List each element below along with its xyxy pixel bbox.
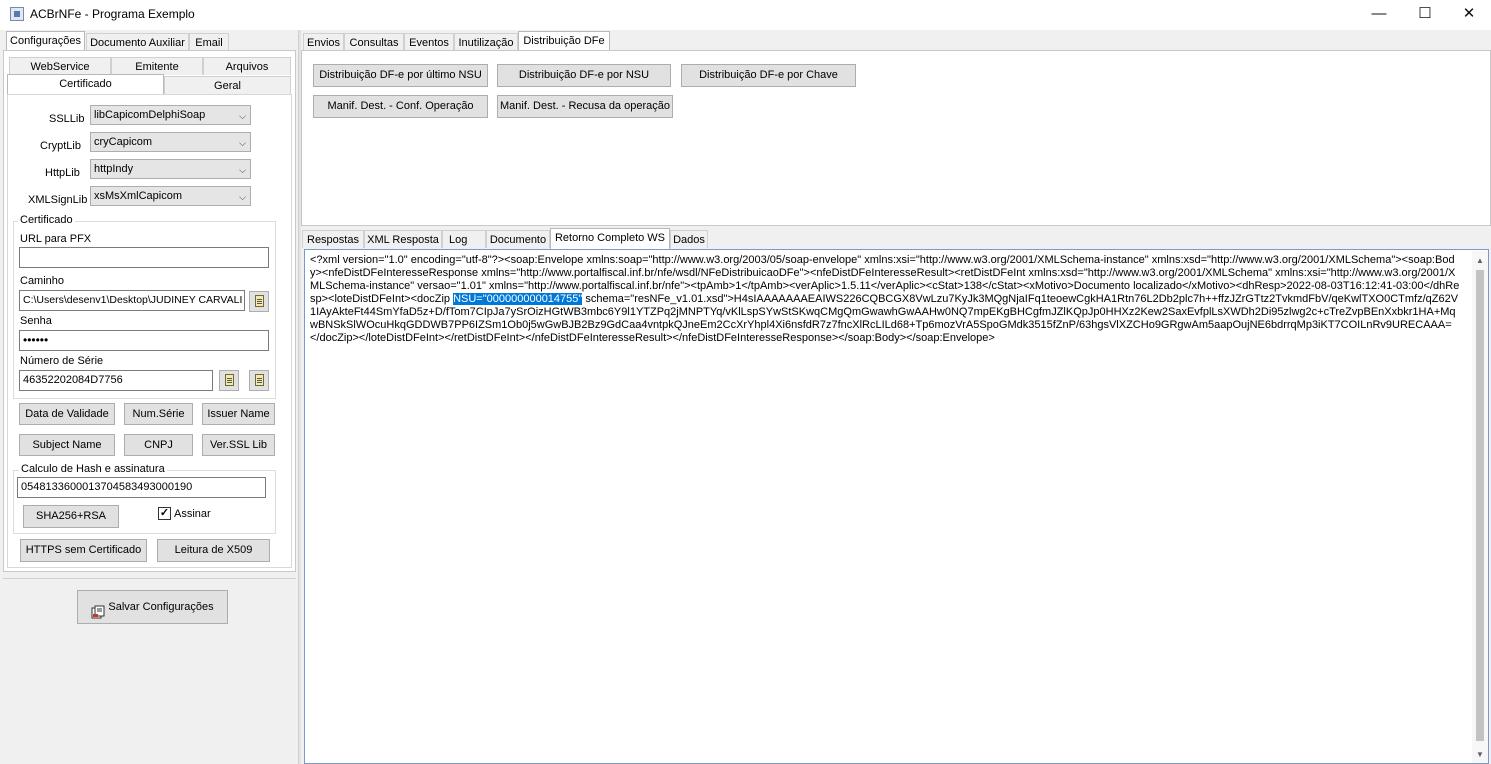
title-bar: ACBrNFe - Programa Exemplo — ☐ ✕ xyxy=(0,0,1491,30)
xml-response-text: <?xml version="1.0" encoding="utf-8"?><s… xyxy=(310,254,1460,345)
document-icon xyxy=(255,295,264,307)
num-serie-button[interactable]: Num.Série xyxy=(124,403,193,425)
senha-label: Senha xyxy=(20,315,52,327)
salvar-configuracoes-button[interactable]: Salvar Configurações xyxy=(77,590,228,624)
url-pfx-label: URL para PFX xyxy=(20,233,92,245)
scrollbar-thumb[interactable] xyxy=(1476,270,1484,741)
hash-input[interactable]: 05481336000137045834930001​90 xyxy=(17,477,266,498)
subtab-certificado[interactable]: Certificado xyxy=(7,74,164,95)
document-icon xyxy=(225,374,234,386)
save-icon xyxy=(91,600,105,619)
tab-log[interactable]: Log xyxy=(442,230,486,248)
ver-ssl-lib-button[interactable]: Ver.SSL Lib xyxy=(202,434,275,456)
httplib-label: HttpLib xyxy=(45,167,80,179)
tab-respostas[interactable]: Respostas xyxy=(302,230,364,248)
tab-consultas[interactable]: Consultas xyxy=(344,33,404,51)
dfe-por-nsu-button[interactable]: Distribuição DF-e por NSU xyxy=(497,64,671,87)
select-cert-alt-button[interactable] xyxy=(249,370,269,391)
document-icon xyxy=(255,374,264,386)
chevron-down-icon: ⌵ xyxy=(239,111,246,121)
cryptlib-select[interactable]: cryCapicom ⌵ xyxy=(90,132,251,152)
scroll-up-arrow-icon[interactable]: ▲ xyxy=(1473,254,1487,268)
xml-text-selected: NSU="000000000014755" xyxy=(453,293,583,305)
close-button[interactable]: ✕ xyxy=(1446,0,1491,30)
xmlsignlib-value: xsMsXmlCapicom xyxy=(94,190,183,202)
xmlsignlib-label: XMLSignLib xyxy=(28,194,88,206)
subtab-webservice[interactable]: WebService xyxy=(9,57,111,75)
tab-email[interactable]: Email xyxy=(189,33,229,51)
tab-retorno-completo-ws[interactable]: Retorno Completo WS xyxy=(550,228,670,249)
numero-serie-label: Número de Série xyxy=(20,355,104,367)
dfe-ultimo-nsu-button[interactable]: Distribuição DF-e por último NSU xyxy=(313,64,488,87)
senha-input[interactable]: •••••• xyxy=(19,330,269,351)
manif-conf-operacao-button[interactable]: Manif. Dest. - Conf. Operação xyxy=(313,95,488,118)
ssllib-value: libCapicomDelphiSoap xyxy=(94,109,206,121)
select-cert-button[interactable] xyxy=(219,370,239,391)
leitura-x509-button[interactable]: Leitura de X509 xyxy=(157,539,270,562)
ssllib-label: SSLLib xyxy=(49,113,85,125)
hash-group-title: Calculo de Hash e assinatura xyxy=(19,463,167,475)
maximize-button[interactable]: ☐ xyxy=(1402,0,1448,30)
numero-serie-input[interactable]: 46352202084D7756 xyxy=(19,370,213,391)
chevron-down-icon: ⌵ xyxy=(239,192,246,202)
issuer-name-button[interactable]: Issuer Name xyxy=(202,403,275,425)
tab-eventos[interactable]: Eventos xyxy=(404,33,454,51)
subject-name-button[interactable]: Subject Name xyxy=(19,434,115,456)
subtab-geral[interactable]: Geral xyxy=(164,76,291,94)
sha256-rsa-button[interactable]: SHA256+RSA xyxy=(23,505,119,528)
caminho-input[interactable]: C:\Users\desenv1\Desktop\JUDINEY CARVALI xyxy=(19,290,245,311)
httplib-value: httpIndy xyxy=(94,163,134,175)
divider xyxy=(3,578,296,579)
cryptlib-value: cryCapicom xyxy=(94,136,153,148)
assinar-label: Assinar xyxy=(174,508,211,520)
cnpj-button[interactable]: CNPJ xyxy=(124,434,193,456)
manif-recusa-operacao-button[interactable]: Manif. Dest. - Recusa da operação xyxy=(497,95,673,118)
salvar-configuracoes-label: Salvar Configurações xyxy=(108,601,214,613)
tab-envios[interactable]: Envios xyxy=(303,33,344,51)
xmlsignlib-select[interactable]: xsMsXmlCapicom ⌵ xyxy=(90,186,251,206)
certificado-group-title: Certificado xyxy=(18,214,75,226)
tab-documento[interactable]: Documento xyxy=(486,230,550,248)
tab-dados[interactable]: Dados xyxy=(670,230,708,248)
https-sem-certificado-button[interactable]: HTTPS sem Certificado xyxy=(20,539,147,562)
subtab-emitente[interactable]: Emitente xyxy=(111,57,203,75)
tab-documento-auxiliar[interactable]: Documento Auxiliar xyxy=(86,33,189,51)
httplib-select[interactable]: httpIndy ⌵ xyxy=(90,159,251,179)
ssllib-select[interactable]: libCapicomDelphiSoap ⌵ xyxy=(90,105,251,125)
app-icon xyxy=(10,7,24,21)
minimize-button[interactable]: — xyxy=(1356,0,1402,30)
chevron-down-icon: ⌵ xyxy=(239,165,246,175)
url-pfx-input[interactable] xyxy=(19,247,269,268)
cryptlib-label: CryptLib xyxy=(40,140,81,152)
tab-xml-resposta[interactable]: XML Resposta xyxy=(364,230,442,248)
subtab-arquivos[interactable]: Arquivos xyxy=(203,57,291,75)
tab-distribuicao-dfe[interactable]: Distribuição DFe xyxy=(518,31,610,51)
scroll-down-arrow-icon[interactable]: ▼ xyxy=(1473,748,1487,762)
dfe-por-chave-button[interactable]: Distribuição DF-e por Chave xyxy=(681,64,856,87)
chevron-down-icon: ⌵ xyxy=(239,138,246,148)
data-validade-button[interactable]: Data de Validade xyxy=(19,403,115,425)
window-title: ACBrNFe - Programa Exemplo xyxy=(30,7,195,21)
tab-inutilizacao[interactable]: Inutilização xyxy=(454,33,518,51)
caminho-label: Caminho xyxy=(20,275,65,287)
browse-pfx-button[interactable] xyxy=(249,291,269,312)
assinar-checkbox[interactable]: ✓ xyxy=(158,507,171,520)
tab-configuracoes[interactable]: Configurações xyxy=(6,31,85,51)
